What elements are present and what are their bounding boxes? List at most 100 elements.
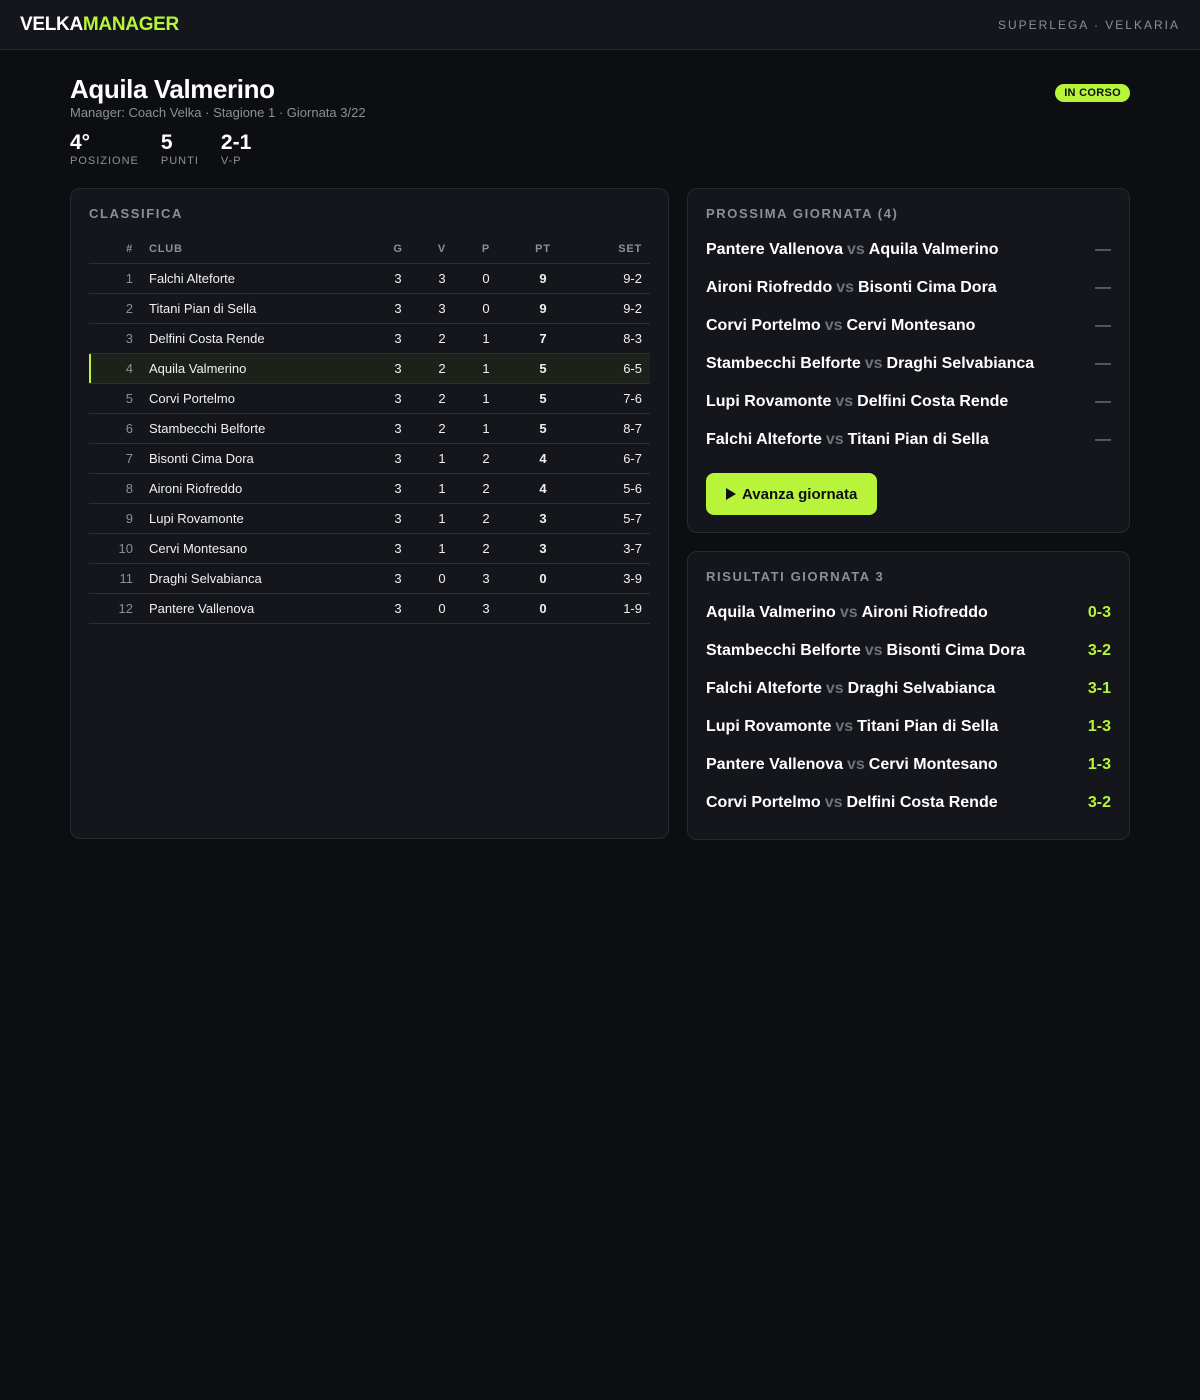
cell-losses: 0	[464, 293, 508, 324]
cell-club: Corvi Portelmo	[145, 383, 376, 414]
col-header-club: CLUB	[145, 235, 376, 264]
stat-value: 4°	[70, 131, 91, 154]
cell-sets: 1-9	[578, 593, 650, 624]
cell-points: 7	[508, 323, 578, 354]
away-team: Aironi Riofreddo	[861, 604, 988, 621]
table-row[interactable]: 2 Titani Pian di Sella 3 3 0 9 9-2	[89, 293, 650, 324]
cell-pos: 11	[89, 563, 145, 594]
away-team: Draghi Selvabianca	[847, 680, 996, 697]
home-team: Lupi Rovamonte	[706, 393, 832, 410]
away-team: Bisonti Cima Dora	[858, 279, 997, 296]
match-row[interactable]: Lupi Rovamonte vs Delfini Costa Rende —	[706, 383, 1111, 421]
match-row[interactable]: Lupi Rovamonte vs Titani Pian di Sella 1-3	[706, 708, 1111, 746]
cell-sets: 7-6	[578, 383, 650, 414]
match-score: —	[1095, 317, 1111, 334]
standings-card: CLASSIFICA # CLUB G V P PT SET 1 Falchi A…	[70, 188, 669, 839]
match-teams: Aironi Riofreddo vs Bisonti Cima Dora	[706, 279, 997, 297]
right-column: PROSSIMA GIORNATA (4) Pantere Vallenova v…	[687, 188, 1130, 840]
vs-label: vs	[839, 604, 858, 621]
away-team: Titani Pian di Sella	[847, 431, 989, 448]
home-team: Aquila Valmerino	[706, 604, 836, 621]
logo-part-1: VELKA	[20, 13, 83, 35]
match-row[interactable]: Stambecchi Belforte vs Draghi Selvabianca —	[706, 345, 1111, 383]
match-score: 1-3	[1087, 756, 1111, 773]
cell-played: 3	[376, 413, 420, 444]
play-icon	[726, 488, 736, 500]
match-row[interactable]: Pantere Vallenova vs Aquila Valmerino —	[706, 231, 1111, 269]
cell-sets: 5-7	[578, 503, 650, 534]
match-row[interactable]: Corvi Portelmo vs Delfini Costa Rende 3-2	[706, 784, 1111, 822]
away-team: Cervi Montesano	[868, 756, 998, 773]
cell-played: 3	[376, 563, 420, 594]
cell-points: 9	[508, 263, 578, 294]
table-row[interactable]: 5 Corvi Portelmo 3 2 1 5 7-6	[89, 383, 650, 414]
vs-label: vs	[825, 680, 844, 697]
cell-points: 4	[508, 473, 578, 504]
cell-losses: 1	[464, 383, 508, 414]
cell-club: Cervi Montesano	[145, 533, 376, 564]
home-team: Pantere Vallenova	[706, 241, 843, 258]
cell-sets: 8-3	[578, 323, 650, 354]
table-row[interactable]: 12 Pantere Vallenova 3 0 3 0 1-9	[89, 593, 650, 624]
table-row[interactable]: 8 Aironi Riofreddo 3 1 2 4 5-6	[89, 473, 650, 504]
team-stats: 4° POSIZIONE 5 PUNTI 2-1 V-P	[70, 131, 366, 168]
next-round-list: Pantere Vallenova vs Aquila Valmerino — Airo…	[706, 231, 1111, 459]
cell-losses: 2	[464, 503, 508, 534]
cell-points: 4	[508, 443, 578, 474]
next-round-card: PROSSIMA GIORNATA (4) Pantere Vallenova v…	[687, 188, 1130, 533]
main-content: Aquila Valmerino Manager: Coach Velka · …	[0, 50, 1200, 840]
standings-table: # CLUB G V P PT SET 1 Falchi Alteforte 3 3 0…	[89, 235, 650, 624]
cell-pos: 2	[89, 293, 145, 324]
match-row[interactable]: Corvi Portelmo vs Cervi Montesano —	[706, 307, 1111, 345]
home-team: Falchi Alteforte	[706, 431, 822, 448]
match-row[interactable]: Aironi Riofreddo vs Bisonti Cima Dora —	[706, 269, 1111, 307]
table-row[interactable]: 9 Lupi Rovamonte 3 1 2 3 5-7	[89, 503, 650, 534]
match-teams: Pantere Vallenova vs Aquila Valmerino	[706, 241, 999, 259]
match-teams: Lupi Rovamonte vs Delfini Costa Rende	[706, 393, 1008, 411]
away-team: Titani Pian di Sella	[857, 718, 999, 735]
cell-losses: 2	[464, 473, 508, 504]
col-header-v: V	[420, 235, 464, 264]
match-row[interactable]: Pantere Vallenova vs Cervi Montesano 1-3	[706, 746, 1111, 784]
cell-points: 3	[508, 503, 578, 534]
cell-played: 3	[376, 443, 420, 474]
table-row[interactable]: 6 Stambecchi Belforte 3 2 1 5 8-7	[89, 413, 650, 444]
cell-points: 9	[508, 293, 578, 324]
table-row[interactable]: 7 Bisonti Cima Dora 3 1 2 4 6-7	[89, 443, 650, 474]
cell-pos: 6	[89, 413, 145, 444]
next-round-title: PROSSIMA GIORNATA (4)	[706, 206, 899, 221]
match-row[interactable]: Falchi Alteforte vs Titani Pian di Sella —	[706, 421, 1111, 459]
stat-value: 2-1	[220, 131, 252, 154]
cell-pos: 4	[89, 353, 145, 384]
table-row[interactable]: 4 Aquila Valmerino 3 2 1 5 6-5	[89, 353, 650, 384]
cell-played: 3	[376, 593, 420, 624]
table-row[interactable]: 3 Delfini Costa Rende 3 2 1 7 8-3	[89, 323, 650, 354]
team-name: Aquila Valmerino	[70, 74, 275, 104]
table-row[interactable]: 10 Cervi Montesano 3 1 2 3 3-7	[89, 533, 650, 564]
match-row[interactable]: Falchi Alteforte vs Draghi Selvabianca 3-1	[706, 670, 1111, 708]
cell-pos: 10	[89, 533, 145, 564]
match-row[interactable]: Aquila Valmerino vs Aironi Riofreddo 0-3	[706, 594, 1111, 632]
advance-round-button[interactable]: Avanza giornata	[706, 473, 878, 515]
stat-record: 2-1 V-P	[220, 131, 252, 168]
match-row[interactable]: Stambecchi Belforte vs Bisonti Cima Dora 3-…	[706, 632, 1111, 670]
cell-sets: 8-7	[578, 413, 650, 444]
vs-label: vs	[836, 279, 855, 296]
table-row[interactable]: 1 Falchi Alteforte 3 3 0 9 9-2	[89, 263, 650, 294]
league-name: SUPERLEGA · VELKARIA	[997, 17, 1180, 32]
team-info: Aquila Valmerino Manager: Coach Velka · …	[70, 74, 366, 167]
vs-label: vs	[835, 718, 854, 735]
cell-losses: 1	[464, 323, 508, 354]
vs-label: vs	[846, 241, 865, 258]
app-logo[interactable]: VELKAMANAGER	[20, 14, 179, 36]
cell-wins: 1	[420, 443, 464, 474]
table-row[interactable]: 11 Draghi Selvabianca 3 0 3 0 3-9	[89, 563, 650, 594]
match-score: 3-2	[1087, 794, 1111, 811]
cell-losses: 3	[464, 563, 508, 594]
match-score: —	[1095, 241, 1111, 258]
match-teams: Corvi Portelmo vs Cervi Montesano	[706, 317, 975, 335]
cell-played: 3	[376, 533, 420, 564]
cell-sets: 3-9	[578, 563, 650, 594]
team-header: Aquila Valmerino Manager: Coach Velka · …	[70, 74, 1130, 167]
cell-wins: 2	[420, 413, 464, 444]
